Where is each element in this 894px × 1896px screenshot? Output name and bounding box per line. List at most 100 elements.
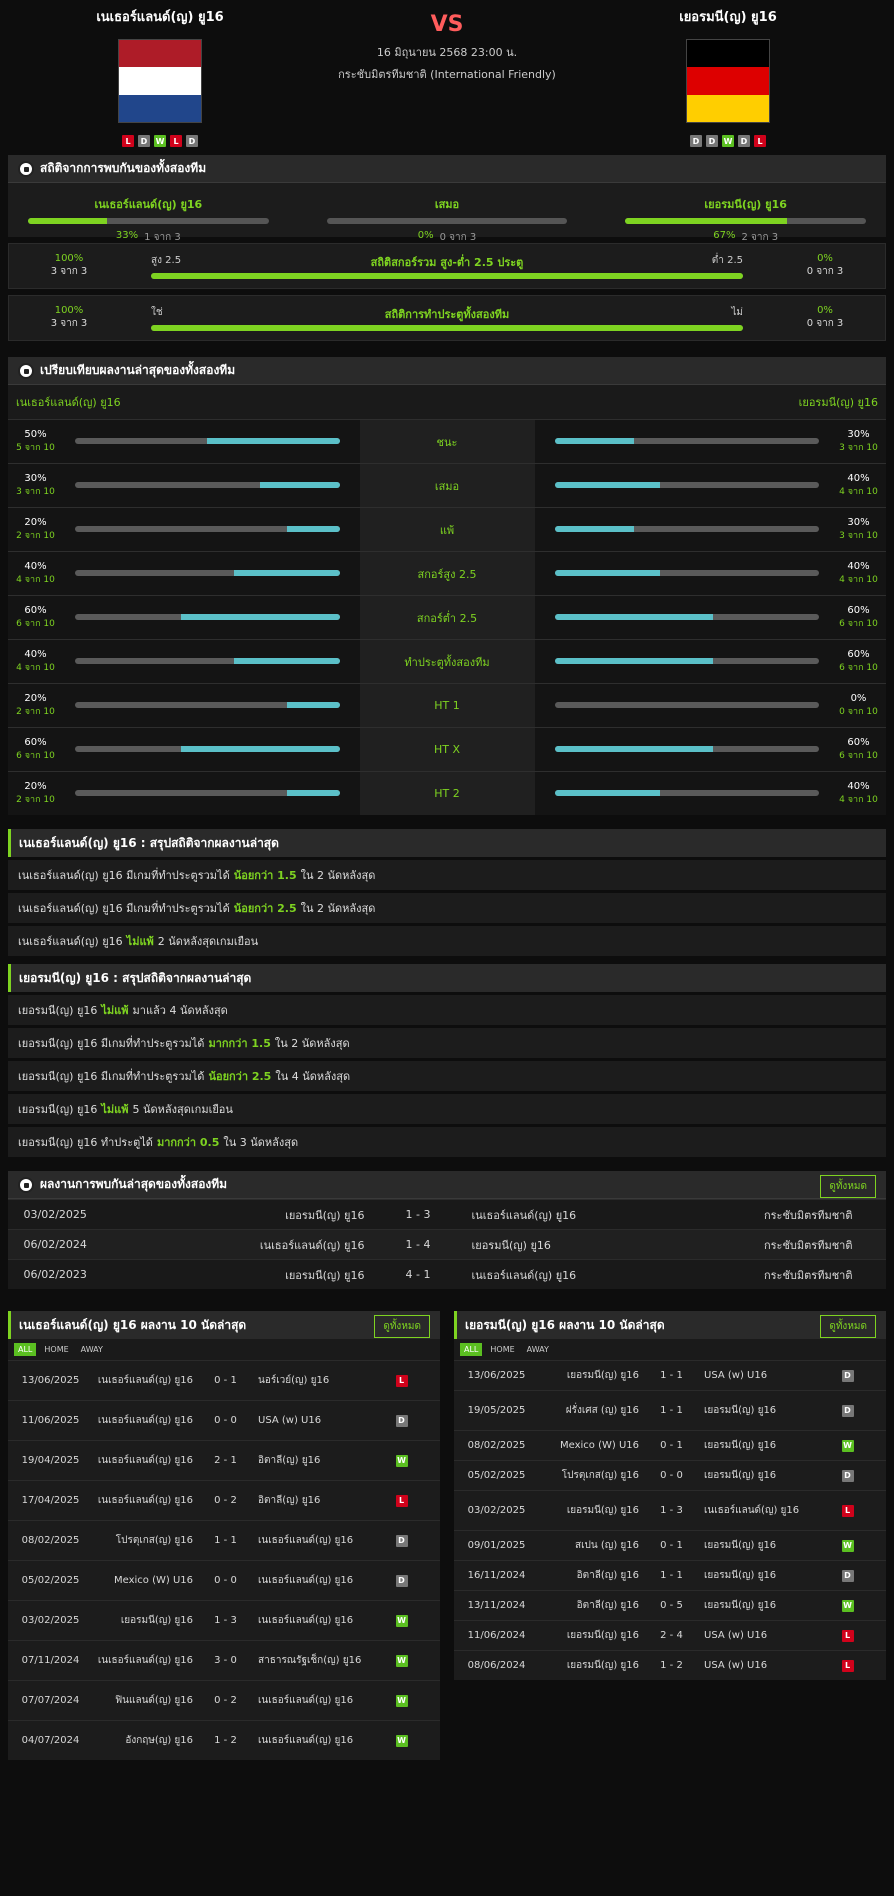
match-date: 13/06/2025	[467, 1370, 526, 1381]
form-badge: D	[706, 135, 718, 147]
home-bar	[63, 508, 360, 551]
result-cell: W	[363, 1454, 440, 1467]
away-team: เนเธอร์แลนด์(ญ) ยู16	[258, 1534, 354, 1546]
view-all-button[interactable]: ดูทั้งหมด	[820, 1175, 876, 1198]
away-team: อิตาลี(ญ) ยู16	[258, 1454, 321, 1466]
match-row[interactable]: 19/04/2025 เนเธอร์แลนด์(ญ) ยู16 2 - 1 อิตาล…	[8, 1440, 440, 1480]
match-row[interactable]: 13/06/2025 เนเธอร์แลนด์(ญ) ยู16 0 - 1 นอร์เ…	[8, 1360, 440, 1400]
match-row[interactable]: 11/06/2025 เนเธอร์แลนด์(ญ) ยู16 0 - 0 USA (…	[8, 1400, 440, 1440]
match-row[interactable]: 11/06/2024 เยอรมนี(ญ) ยู16 2 - 4 USA (w) U1…	[454, 1620, 886, 1650]
match-row[interactable]: 03/02/2025 เยอรมนี(ญ) ยู16 1 - 3 เนเธอร์แลน…	[8, 1600, 440, 1640]
tab-all[interactable]: ALL	[460, 1343, 483, 1356]
summary-suffix: มาแล้ว 4 นัดหลังสุด	[132, 1004, 228, 1017]
ou-bar	[151, 273, 743, 279]
home-count: 5 จาก 10	[16, 443, 55, 453]
away-team: เยอรมนี(ญ) ยู16	[704, 1539, 777, 1551]
home-last10-header: เนเธอร์แลนด์(ญ) ยู16 ผลงาน 10 นัดล่าสุด ด…	[8, 1311, 440, 1339]
flag-stripe	[687, 40, 769, 68]
match-row[interactable]: 03/02/2025 เยอรมนี(ญ) ยู16 1 - 3 เนเธอร์แลน…	[454, 1490, 886, 1530]
match-row[interactable]: 07/11/2024 เนเธอร์แลนด์(ญ) ยู16 3 - 0 สาธาร…	[8, 1640, 440, 1680]
tab-away[interactable]: AWAY	[77, 1343, 107, 1356]
match-row[interactable]: 13/11/2024 อิตาลี(ญ) ยู16 0 - 5 เยอรมนี(ญ) …	[454, 1590, 886, 1620]
compare-away-name[interactable]: เยอรมนี(ญ) ยู16	[799, 393, 878, 411]
summary-text: เนเธอร์แลนด์(ญ) ยู16 มีเกมที่ทำประตูรวมไ…	[18, 902, 230, 915]
summary-item: เนเธอร์แลนด์(ญ) ยู16 มีเกมที่ทำประตูรวมไ…	[8, 860, 886, 890]
home-value: 50% 5 จาก 10	[8, 420, 63, 463]
home-value: 60% 6 จาก 10	[8, 728, 63, 771]
tab-home[interactable]: HOME	[486, 1343, 518, 1356]
match-row[interactable]: 08/02/2025 Mexico (W) U16 0 - 1 เยอรมนี(ญ) …	[454, 1430, 886, 1460]
away-team: เนเธอร์แลนด์(ญ) ยู16	[258, 1574, 354, 1586]
h2h-result-row[interactable]: 06/02/2024 เนเธอร์แลนด์(ญ) ยู16 1 - 4 เย…	[8, 1229, 886, 1259]
h2h-result-row[interactable]: 06/02/2023 เยอรมนี(ญ) ยู16 4 - 1 เนเธอร์…	[8, 1259, 886, 1289]
result-badge: W	[841, 1599, 854, 1612]
match-date: 03/02/2025	[467, 1505, 526, 1516]
home-team-name[interactable]: เนเธอร์แลนด์(ญ) ยู16	[60, 6, 260, 27]
away-team[interactable]: เยอรมนี(ญ) ยู16 DDWDL	[628, 6, 828, 147]
away-team-name[interactable]: เยอรมนี(ญ) ยู16	[628, 6, 828, 27]
bar-track	[75, 526, 340, 532]
result-cell: W	[363, 1654, 440, 1667]
result-badge: D	[395, 1414, 408, 1427]
compare-home-name[interactable]: เนเธอร์แลนด์(ญ) ยู16	[16, 393, 121, 411]
away-team: เยอรมนี(ญ) ยู16	[704, 1439, 777, 1451]
bar-fill	[180, 614, 340, 620]
result-cell: D	[363, 1414, 440, 1427]
compare-row: 20% 2 จาก 10 HT 2 40% 4 จาก 10	[8, 771, 886, 815]
tab-away[interactable]: AWAY	[523, 1343, 553, 1356]
home-bar	[63, 464, 360, 507]
home-team: อิตาลี(ญ) ยู16	[576, 1569, 639, 1581]
home-filter-tabs: ALL HOME AWAY	[8, 1339, 440, 1360]
ou-left-pct: 100%	[54, 253, 84, 264]
score: 1 - 1	[660, 1570, 683, 1581]
compare-label: HT 1	[359, 684, 535, 727]
match-row[interactable]: 16/11/2024 อิตาลี(ญ) ยู16 1 - 1 เยอรมนี(ญ) …	[454, 1560, 886, 1590]
bar-fill	[554, 614, 714, 620]
compare-row: 60% 6 จาก 10 สกอร์ต่ำ 2.5 60% 6 จาก 10	[8, 595, 886, 639]
match-date: 06/02/2023	[20, 1268, 91, 1281]
match-row[interactable]: 05/02/2025 Mexico (W) U16 0 - 0 เนเธอร์แลนด…	[8, 1560, 440, 1600]
home-value: 30% 3 จาก 10	[8, 464, 63, 507]
bar-track	[75, 614, 340, 620]
home-team[interactable]: เนเธอร์แลนด์(ญ) ยู16 LDWLD	[60, 6, 260, 147]
home-summary-list: เนเธอร์แลนด์(ญ) ยู16 มีเกมที่ทำประตูรวมไ…	[0, 860, 894, 956]
btts-right-label: ไม่	[731, 307, 743, 318]
result-badge: D	[841, 1469, 854, 1482]
view-all-button[interactable]: ดูทั้งหมด	[820, 1315, 876, 1338]
btts-left-count: 3 จาก 3	[50, 318, 88, 329]
summary-suffix: ใน 2 นัดหลังสุด	[300, 902, 376, 915]
match-row[interactable]: 05/02/2025 โปรตุเกส(ญ) ยู16 0 - 0 เยอรมนี(ญ…	[454, 1460, 886, 1490]
h2h-result-row[interactable]: 03/02/2025 เยอรมนี(ญ) ยู16 1 - 3 เนเธอร์…	[8, 1199, 886, 1229]
tab-home[interactable]: HOME	[40, 1343, 72, 1356]
result-cell: L	[809, 1504, 886, 1517]
score: 0 - 1	[660, 1540, 683, 1551]
match-row[interactable]: 19/05/2025 ฝรั่งเศส (ญ) ยู16 1 - 1 เยอรมนี(…	[454, 1390, 886, 1430]
view-all-button[interactable]: ดูทั้งหมด	[374, 1315, 430, 1338]
away-value: 40% 4 จาก 10	[831, 772, 886, 815]
compare-row: 20% 2 จาก 10 แพ้ 30% 3 จาก 10	[8, 507, 886, 551]
result-badge: W	[395, 1734, 408, 1747]
match-row[interactable]: 08/02/2025 โปรตุเกส(ญ) ยู16 1 - 1 เนเธอร์แล…	[8, 1520, 440, 1560]
match-row[interactable]: 04/07/2024 อังกฤษ(ญ) ยู16 1 - 2 เนเธอร์แลนด…	[8, 1720, 440, 1760]
away-team: USA (w) U16	[258, 1414, 322, 1426]
score: 0 - 2	[214, 1495, 237, 1506]
summary-text: เนเธอร์แลนด์(ญ) ยู16 มีเกมที่ทำประตูรวมไ…	[18, 869, 230, 882]
home-team: เยอรมนี(ญ) ยู16	[566, 1504, 639, 1516]
h2h-draw: เสมอ 0% 0 จาก 3	[326, 195, 568, 243]
btts-bar	[151, 325, 743, 331]
match-row[interactable]: 08/06/2024 เยอรมนี(ญ) ยู16 1 - 2 USA (w) U1…	[454, 1650, 886, 1680]
tab-all[interactable]: ALL	[14, 1343, 37, 1356]
bar-fill	[260, 482, 340, 488]
match-row[interactable]: 17/04/2025 เนเธอร์แลนด์(ญ) ยู16 0 - 2 อิตาล…	[8, 1480, 440, 1520]
home-team: เยอรมนี(ญ) ยู16	[281, 1208, 368, 1222]
bar-track	[554, 790, 819, 796]
home-team: เนเธอร์แลนด์(ญ) ยู16	[97, 1454, 193, 1466]
score: 1 - 1	[214, 1535, 237, 1546]
away-team: เนเธอร์แลนด์(ญ) ยู16	[468, 1208, 580, 1222]
match-row[interactable]: 13/06/2025 เยอรมนี(ญ) ยู16 1 - 1 USA (w) U1…	[454, 1360, 886, 1390]
away-last10-header: เยอรมนี(ญ) ยู16 ผลงาน 10 นัดล่าสุด ดูทั้ง…	[454, 1311, 886, 1339]
match-date: 13/06/2025	[21, 1375, 80, 1386]
match-row[interactable]: 09/01/2025 สเปน (ญ) ยู16 0 - 1 เยอรมนี(ญ) ย…	[454, 1530, 886, 1560]
match-row[interactable]: 07/07/2024 ฟินแลนด์(ญ) ยู16 0 - 2 เนเธอร์แล…	[8, 1680, 440, 1720]
away-value: 60% 6 จาก 10	[831, 640, 886, 683]
